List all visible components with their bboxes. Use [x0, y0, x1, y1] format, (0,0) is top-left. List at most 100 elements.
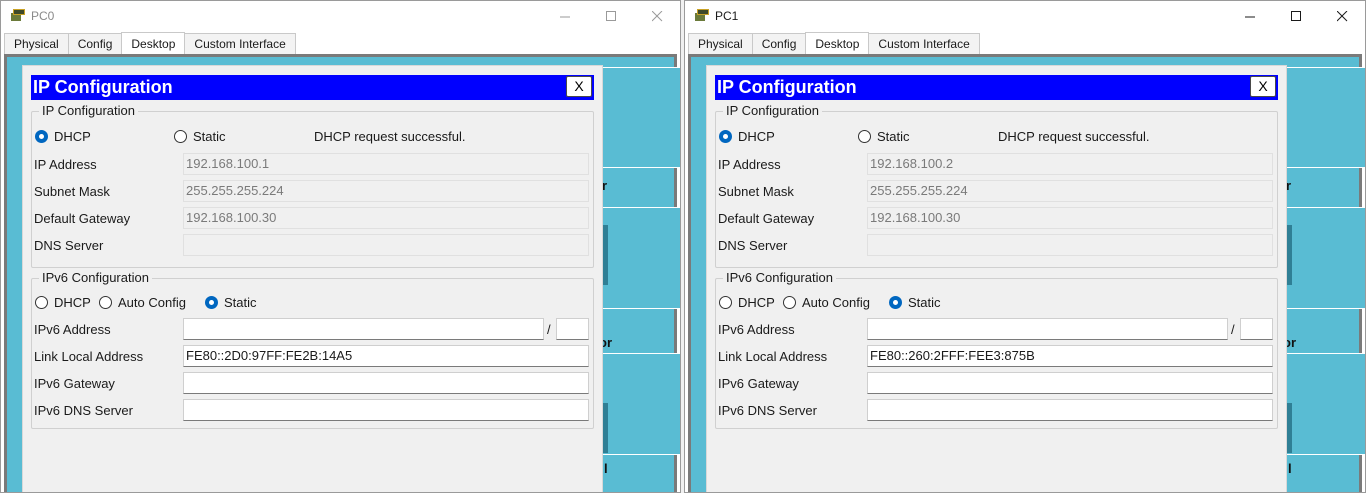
dialog-title-text: IP Configuration — [717, 77, 857, 97]
tab-desktop[interactable]: Desktop — [805, 32, 870, 54]
close-button[interactable] — [634, 1, 680, 31]
ipv6-prefix-field[interactable] — [556, 318, 589, 340]
desktop-app-label: l — [604, 461, 608, 476]
minimize-button[interactable] — [1227, 1, 1273, 31]
ipv6-static-radio[interactable]: Static — [889, 295, 941, 310]
ipv6-auto-config-radio[interactable]: Auto Config — [99, 295, 186, 310]
subnet-mask-field[interactable]: 255.255.255.224 — [867, 180, 1273, 202]
maximize-button[interactable] — [1273, 1, 1319, 31]
radio-selected-icon — [35, 130, 48, 143]
desktop-app-tile[interactable] — [597, 67, 680, 168]
ip-address-label: IP Address — [34, 157, 97, 172]
ip-address-field[interactable]: 192.168.100.1 — [183, 153, 589, 175]
dns-server-label: DNS Server — [718, 238, 788, 253]
desktop-app-label: l — [1288, 461, 1292, 476]
ip-address-label: IP Address — [718, 157, 781, 172]
desktop-app-tile[interactable] — [1281, 207, 1365, 309]
ipv4-dhcp-radio[interactable]: DHCP — [35, 129, 91, 144]
minimize-button[interactable] — [542, 1, 588, 31]
ipv6-address-field[interactable] — [867, 318, 1228, 340]
close-icon — [1336, 10, 1347, 21]
ipv6-dns-server-field[interactable] — [183, 399, 589, 421]
desktop-app-tile[interactable] — [1281, 353, 1365, 455]
tab-physical[interactable]: Physical — [4, 33, 69, 54]
dialog-title: IP Configuration X — [715, 75, 1278, 100]
ipv6-dhcp-radio[interactable]: DHCP — [35, 295, 91, 310]
radio-selected-icon — [719, 130, 732, 143]
ipv4-static-radio[interactable]: Static — [858, 129, 910, 144]
ip-configuration-dialog: IP Configuration X IP Configuration DHCP… — [706, 65, 1287, 492]
link-local-address-field[interactable]: FE80::260:2FFF:FEE3:875B — [867, 345, 1273, 367]
ipv6-group-label: IPv6 Configuration — [723, 270, 836, 285]
dialog-close-button[interactable]: X — [1250, 76, 1276, 97]
packet-tracer-pc-icon — [11, 9, 25, 21]
radio-unselected-icon — [35, 296, 48, 309]
close-icon — [651, 10, 662, 21]
desktop-app-icon-edge — [603, 403, 608, 453]
ipv4-config-group: IP Configuration DHCP Static DHCP reques… — [715, 103, 1278, 268]
link-local-address-label: Link Local Address — [34, 349, 144, 364]
desktop-area: r or l IP Configuration X IP Configurati… — [688, 54, 1365, 492]
ipv6-dhcp-radio[interactable]: DHCP — [719, 295, 775, 310]
ipv4-dhcp-radio[interactable]: DHCP — [719, 129, 775, 144]
tab-config[interactable]: Config — [67, 33, 123, 54]
dialog-title-text: IP Configuration — [33, 77, 173, 97]
ipv6-config-group: IPv6 Configuration DHCP Auto Config Stat… — [31, 270, 594, 429]
ipv6-address-field[interactable] — [183, 318, 544, 340]
ipv6-dns-server-field[interactable] — [867, 399, 1273, 421]
ipv4-group-label: IP Configuration — [39, 103, 138, 118]
tab-bar: Physical Config Desktop Custom Interface — [688, 32, 980, 54]
prefix-separator: / — [547, 322, 551, 337]
radio-label: Auto Config — [118, 295, 186, 310]
ipv6-static-radio[interactable]: Static — [205, 295, 257, 310]
desktop-app-icon-edge — [603, 225, 608, 285]
radio-unselected-icon — [719, 296, 732, 309]
radio-unselected-icon — [858, 130, 871, 143]
ipv6-dns-server-label: IPv6 DNS Server — [34, 403, 133, 418]
ipv6-gateway-field[interactable] — [867, 372, 1273, 394]
radio-label: DHCP — [54, 129, 91, 144]
default-gateway-field[interactable]: 192.168.100.30 — [867, 207, 1273, 229]
radio-label: Static — [224, 295, 257, 310]
maximize-icon — [1290, 10, 1301, 21]
dialog-close-button[interactable]: X — [566, 76, 592, 97]
pc1-window: PC1 Physical Config Desktop Custom Inter… — [684, 0, 1366, 493]
ipv6-gateway-label: IPv6 Gateway — [718, 376, 799, 391]
dns-server-field[interactable] — [867, 234, 1273, 256]
maximize-button[interactable] — [588, 1, 634, 31]
tab-physical[interactable]: Physical — [688, 33, 753, 54]
ipv4-config-group: IP Configuration DHCP Static DHCP reques… — [31, 103, 594, 268]
radio-label: Auto Config — [802, 295, 870, 310]
dns-server-field[interactable] — [183, 234, 589, 256]
ipv4-static-radio[interactable]: Static — [174, 129, 226, 144]
desktop-app-tile[interactable] — [597, 207, 680, 309]
tab-config[interactable]: Config — [751, 33, 807, 54]
desktop-app-tile[interactable] — [597, 353, 680, 455]
close-button[interactable] — [1319, 1, 1365, 31]
ipv6-auto-config-radio[interactable]: Auto Config — [783, 295, 870, 310]
default-gateway-label: Default Gateway — [718, 211, 815, 226]
desktop-app-tile[interactable] — [1281, 67, 1365, 168]
ip-address-field[interactable]: 192.168.100.2 — [867, 153, 1273, 175]
ip-configuration-dialog: IP Configuration X IP Configuration DHCP… — [22, 65, 603, 492]
tab-custom-interface[interactable]: Custom Interface — [184, 33, 296, 54]
subnet-mask-label: Subnet Mask — [34, 184, 110, 199]
link-local-address-field[interactable]: FE80::2D0:97FF:FE2B:14A5 — [183, 345, 589, 367]
ipv6-dns-server-label: IPv6 DNS Server — [718, 403, 817, 418]
maximize-icon — [605, 10, 616, 21]
ipv6-address-label: IPv6 Address — [718, 322, 795, 337]
tab-desktop[interactable]: Desktop — [121, 32, 186, 54]
default-gateway-field[interactable]: 192.168.100.30 — [183, 207, 589, 229]
ipv6-prefix-field[interactable] — [1240, 318, 1273, 340]
dhcp-status-text: DHCP request successful. — [314, 129, 466, 144]
dialog-title: IP Configuration X — [31, 75, 594, 100]
radio-unselected-icon — [99, 296, 112, 309]
window-titlebar[interactable]: PC1 — [685, 1, 1365, 31]
desktop-app-icon-edge — [1287, 225, 1292, 285]
desktop-app-icon-edge — [1287, 403, 1292, 453]
ipv6-gateway-field[interactable] — [183, 372, 589, 394]
subnet-mask-field[interactable]: 255.255.255.224 — [183, 180, 589, 202]
tab-custom-interface[interactable]: Custom Interface — [868, 33, 980, 54]
window-titlebar[interactable]: PC0 — [1, 1, 680, 31]
default-gateway-label: Default Gateway — [34, 211, 131, 226]
